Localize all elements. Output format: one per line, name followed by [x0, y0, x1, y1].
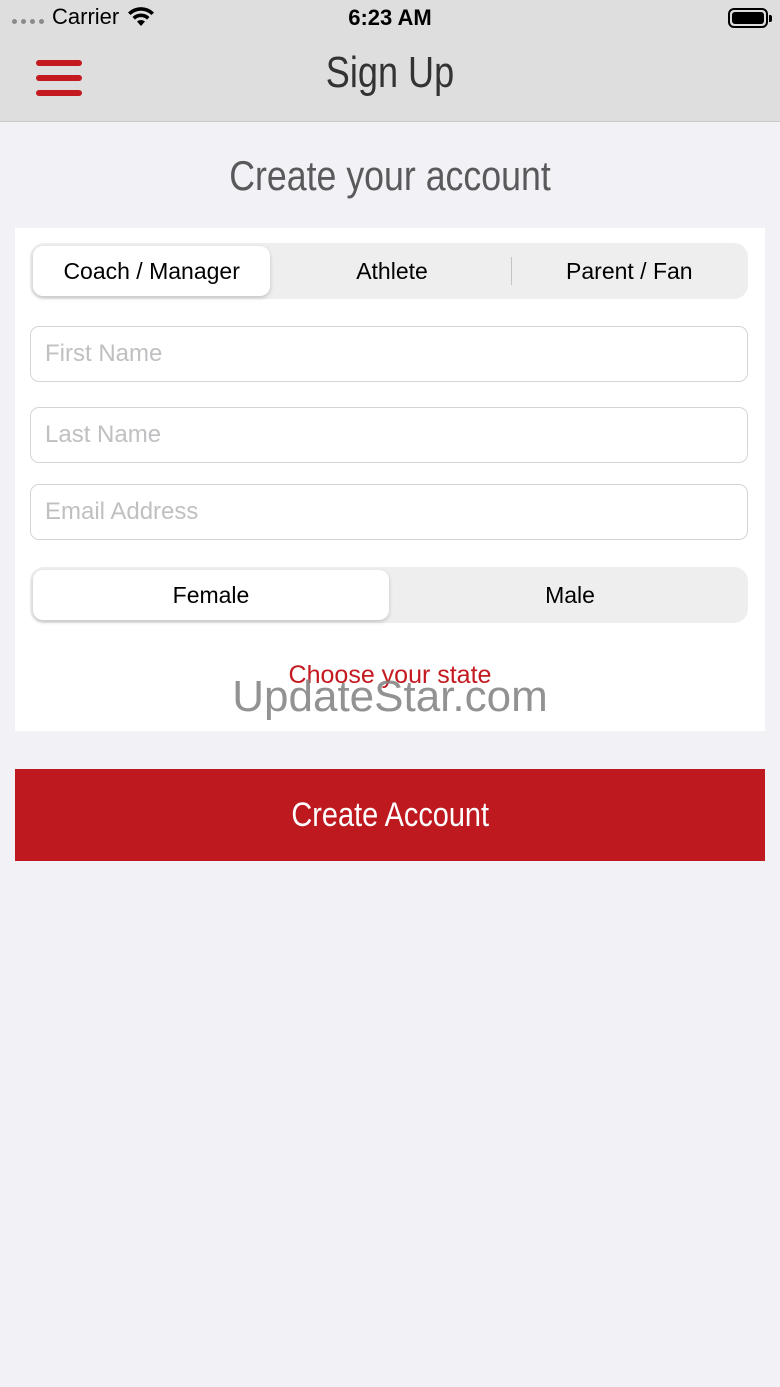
role-option-athlete[interactable]: Athlete — [273, 243, 510, 299]
role-option-parent-fan[interactable]: Parent / Fan — [510, 243, 748, 299]
status-bar: Carrier 6:23 AM — [0, 0, 780, 40]
role-segmented-control: Coach / Manager Athlete Parent / Fan — [30, 243, 748, 299]
gender-option-male[interactable]: Male — [392, 567, 748, 623]
create-account-label: Create Account — [291, 795, 489, 834]
email-input[interactable] — [30, 484, 748, 540]
gender-option-female[interactable]: Female — [33, 570, 389, 620]
last-name-input[interactable] — [30, 407, 748, 463]
create-account-button[interactable]: Create Account — [15, 769, 765, 861]
first-name-input[interactable] — [30, 326, 748, 382]
battery-icon — [728, 8, 772, 28]
nav-bar: Sign Up — [0, 40, 780, 122]
nav-title: Sign Up — [325, 48, 455, 97]
gender-segmented-control: Female Male — [30, 567, 748, 623]
page-heading: Create your account — [229, 152, 551, 199]
status-time: 6:23 AM — [348, 5, 432, 30]
choose-state-link[interactable]: Choose your state — [15, 661, 765, 690]
signup-form: Coach / Manager Athlete Parent / Fan Fem… — [15, 228, 765, 731]
role-option-coach-manager[interactable]: Coach / Manager — [33, 246, 271, 296]
